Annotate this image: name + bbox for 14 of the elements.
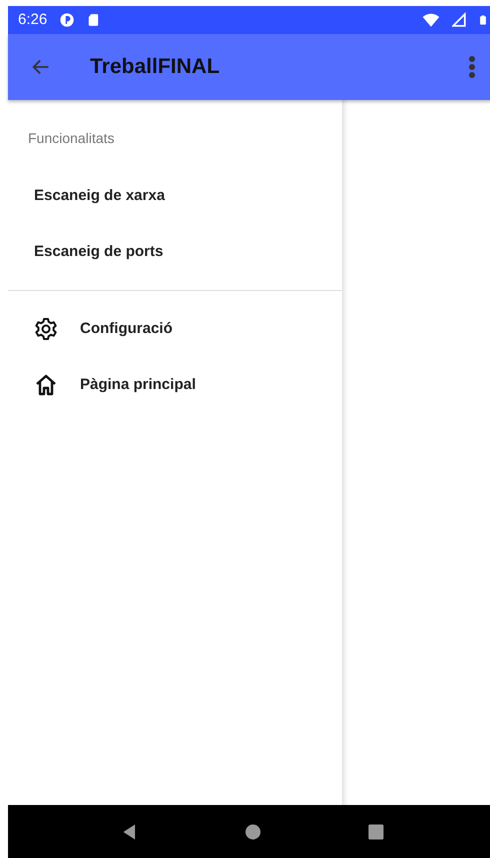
drawer-item[interactable]: Escaneig de xarxa [8, 168, 342, 224]
drawer-item[interactable]: Configuració [8, 301, 342, 357]
wifi-icon [422, 11, 440, 29]
notification-icon [59, 12, 76, 28]
home-circle-icon[interactable] [242, 822, 263, 842]
signal-icon [452, 12, 466, 28]
status-time: 6:26 [18, 10, 48, 30]
section-title: Funcionalitats [27, 129, 116, 148]
recents-icon[interactable] [366, 822, 386, 842]
drawer-item[interactable]: Escaneig de ports [8, 224, 342, 280]
settings-icon [34, 317, 58, 341]
home-icon [34, 373, 58, 397]
drawer-item[interactable]: Pàgina principal [8, 357, 342, 413]
app-title: TreballFINAL [90, 54, 221, 80]
